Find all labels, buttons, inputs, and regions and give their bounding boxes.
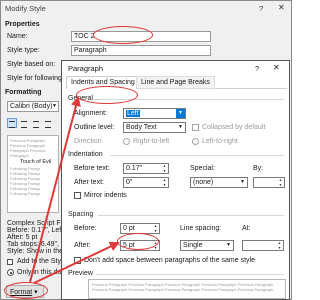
collapsed-checkbox[interactable] (192, 124, 199, 131)
style-type-value: Paragraph (74, 47, 107, 54)
help-icon[interactable]: ? (259, 4, 263, 13)
align-right-icon[interactable] (31, 118, 41, 128)
annotation-oval-format (4, 282, 48, 299)
style-following-label: Style for following p (7, 75, 68, 82)
mirror-indents-label: Mirror indents (84, 192, 127, 199)
preview-line: Previous Paragraph Previous Paragraph Pr… (92, 287, 274, 292)
style-description: Complex Script Fon Before: 0.17", Left A… (7, 220, 69, 255)
add-to-styles-checkbox[interactable] (7, 259, 13, 265)
at-label: At: (242, 225, 251, 232)
dropdown-arrow-icon: ▼ (176, 123, 185, 132)
spinner-icon[interactable]: ▲ ▼ (161, 178, 168, 187)
spinner-icon[interactable]: ▲ ▼ (277, 178, 284, 187)
font-select[interactable]: Calibri (Body) ▼ (7, 101, 59, 112)
after-label: After: (74, 242, 91, 249)
style-based-on-label: Style based on: (7, 61, 56, 68)
dropdown-arrow-icon: ▼ (176, 109, 185, 118)
indentation-header: Indentation (68, 151, 103, 158)
spinner-icon[interactable]: ▲ ▼ (161, 164, 168, 173)
section-divider (96, 274, 284, 275)
only-this-document-radio[interactable] (7, 269, 14, 276)
spacing-header: Spacing (68, 211, 94, 218)
annotation-oval-tab (76, 86, 138, 104)
special-label: Special: (190, 165, 215, 172)
spinner-icon[interactable]: ▲ ▼ (276, 241, 283, 250)
at-input[interactable]: ▲ ▼ (242, 240, 284, 251)
style-type-select[interactable]: Paragraph (71, 45, 211, 56)
dropdown-arrow-icon: ▼ (224, 241, 233, 250)
dialog-title: Modify Style (5, 4, 46, 13)
outline-level-label: Outline level: (74, 124, 115, 131)
line-spacing-select[interactable]: Single ▼ (180, 240, 234, 251)
left-to-right-radio[interactable] (192, 138, 199, 145)
line-spacing-label: Line spacing: (180, 225, 222, 232)
dropdown-arrow-icon: ▼ (238, 178, 247, 187)
after-text-input[interactable]: 0" ▲ ▼ (123, 177, 169, 188)
left-to-right-label: Left-to-right (202, 138, 238, 145)
name-label: Name: (7, 33, 28, 40)
dont-add-space-checkbox[interactable] (74, 257, 81, 264)
right-to-left-radio[interactable] (123, 138, 130, 145)
description-line: Before: 0.17", Left (7, 227, 64, 234)
description-line: After: 5 pt (7, 234, 38, 241)
before-text-label: Before text: (74, 165, 110, 172)
paragraph-preview: Previous Paragraph Previous Paragraph Pr… (88, 279, 286, 299)
after-text-label: After text: (74, 179, 104, 186)
before-text-input[interactable]: 0.17" ▲ ▼ (123, 163, 169, 174)
by-input[interactable]: ▲ ▼ (253, 177, 285, 188)
before-label: Before: (74, 225, 97, 232)
alignment-value: Left (126, 110, 140, 117)
description-line: Style: Show in the (7, 248, 64, 255)
dont-add-space-label: Don't add space between paragraphs of th… (84, 257, 255, 264)
section-divider (110, 155, 284, 156)
close-icon[interactable]: ✕ (273, 63, 280, 72)
special-select[interactable]: (none) ▼ (190, 177, 248, 188)
help-icon[interactable]: ? (255, 64, 259, 73)
annotation-oval-after (117, 233, 159, 250)
spinner-icon[interactable]: ▲ ▼ (152, 224, 159, 233)
line-spacing-value: Single (183, 242, 203, 249)
close-icon[interactable]: ✕ (278, 3, 285, 12)
after-text-value: 0" (126, 179, 133, 186)
special-value: (none) (193, 179, 214, 186)
align-center-icon[interactable] (19, 118, 29, 128)
preview-main-text: Touch of Evil (20, 159, 52, 165)
align-left-icon[interactable] (7, 118, 17, 128)
alignment-buttons (7, 118, 59, 130)
align-justify-icon[interactable] (43, 118, 53, 128)
formatting-header: Formatting (5, 89, 42, 96)
alignment-select[interactable]: Left ▼ (123, 108, 186, 119)
by-label: By: (253, 165, 264, 172)
tab-line-and-page-breaks[interactable]: Line and Page Breaks (136, 76, 215, 89)
style-preview: Previous Paragraph Previous Paragraph Pa… (7, 135, 59, 213)
collapsed-label: Collapsed by default (202, 124, 266, 131)
section-divider (98, 215, 284, 216)
before-text-value: 0.17" (126, 165, 143, 172)
properties-header: Properties (5, 21, 40, 28)
mirror-indents-checkbox[interactable] (74, 192, 81, 199)
right-to-left-label: Right-to-left (133, 138, 170, 145)
direction-label: Direction (74, 138, 102, 145)
preview-header: Preview (68, 270, 93, 277)
annotation-oval-name (93, 26, 153, 44)
alignment-label: Alignment: (74, 110, 108, 117)
font-value: Calibri (Body) (10, 103, 53, 110)
spacing-before-value: 0 pt (123, 225, 135, 232)
outline-level-select[interactable]: Body Text ▼ (123, 122, 186, 133)
preview-following-line: Following Paragr (10, 191, 41, 196)
outline-level-value: Body Text (126, 124, 157, 131)
dialog-title: Paragraph (68, 64, 104, 73)
style-type-label: Style type: (7, 47, 40, 54)
description-line: Complex Script Fon (7, 220, 69, 227)
description-line: Tab stops: 6.49", (7, 241, 59, 248)
dropdown-arrow-icon: ▼ (52, 103, 57, 109)
